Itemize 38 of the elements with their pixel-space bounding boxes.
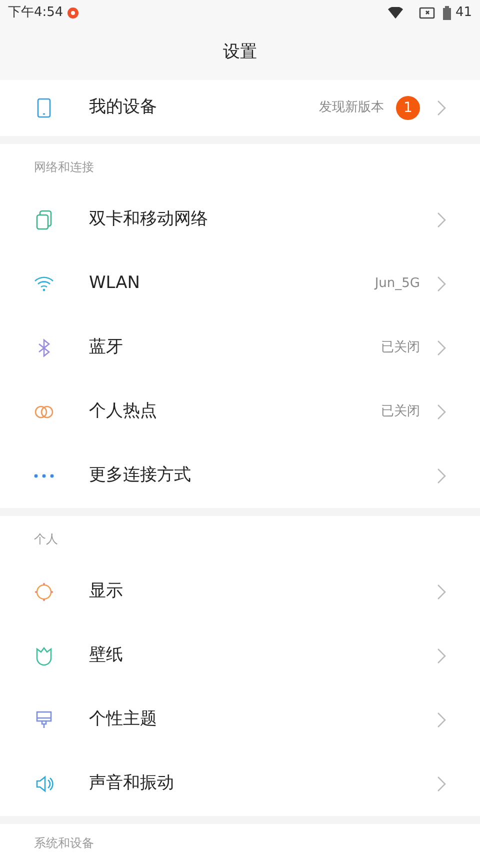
chevron-right-icon xyxy=(436,100,446,116)
chevron-right-icon xyxy=(436,648,446,664)
settings-item[interactable]: 显示 xyxy=(0,560,480,624)
section-header: 网络和连接 xyxy=(34,160,94,174)
settings-item[interactable]: 声音和振动 xyxy=(0,752,480,816)
settings-item[interactable]: 个人热点 已关闭 xyxy=(0,380,480,444)
settings-item[interactable]: 壁纸 xyxy=(0,624,480,688)
status-time: 下午4:54 xyxy=(8,4,64,22)
wifi-signal-icon xyxy=(388,6,404,18)
chevron-right-icon xyxy=(436,212,446,228)
sim-cards-icon xyxy=(34,210,54,230)
settings-item[interactable]: 双卡和移动网络 xyxy=(0,188,480,252)
screen-title: 设置 xyxy=(223,40,257,64)
settings-item[interactable]: 更多连接方式 xyxy=(0,444,480,508)
tulip-icon xyxy=(34,646,54,666)
chevron-right-icon xyxy=(436,276,446,292)
notification-icon xyxy=(67,6,80,18)
battery-icon xyxy=(443,6,452,20)
settings-item[interactable]: WLAN Jun_5G xyxy=(0,252,480,316)
chevron-right-icon xyxy=(436,404,446,420)
settings-item[interactable]: 个性主题 xyxy=(0,688,480,752)
brush-icon xyxy=(34,710,54,730)
notification-badge: 1 xyxy=(396,96,420,120)
chevron-right-icon xyxy=(436,340,446,356)
wifi-icon xyxy=(34,274,54,294)
section-header: 个人 xyxy=(34,532,58,546)
chevron-right-icon xyxy=(436,776,446,792)
settings-item[interactable]: 蓝牙 已关闭 xyxy=(0,316,480,380)
chevron-right-icon xyxy=(436,712,446,728)
sun-icon xyxy=(34,582,54,602)
more-dots-icon xyxy=(34,474,54,478)
settings-item[interactable]: 我的设备 发现新版本 1 xyxy=(0,80,480,136)
no-sim-icon xyxy=(419,6,436,18)
section-header: 系统和设备 xyxy=(34,836,94,850)
battery-level: 41 xyxy=(455,4,472,22)
speaker-icon xyxy=(34,774,54,794)
chevron-right-icon xyxy=(436,584,446,600)
chevron-right-icon xyxy=(436,468,446,484)
